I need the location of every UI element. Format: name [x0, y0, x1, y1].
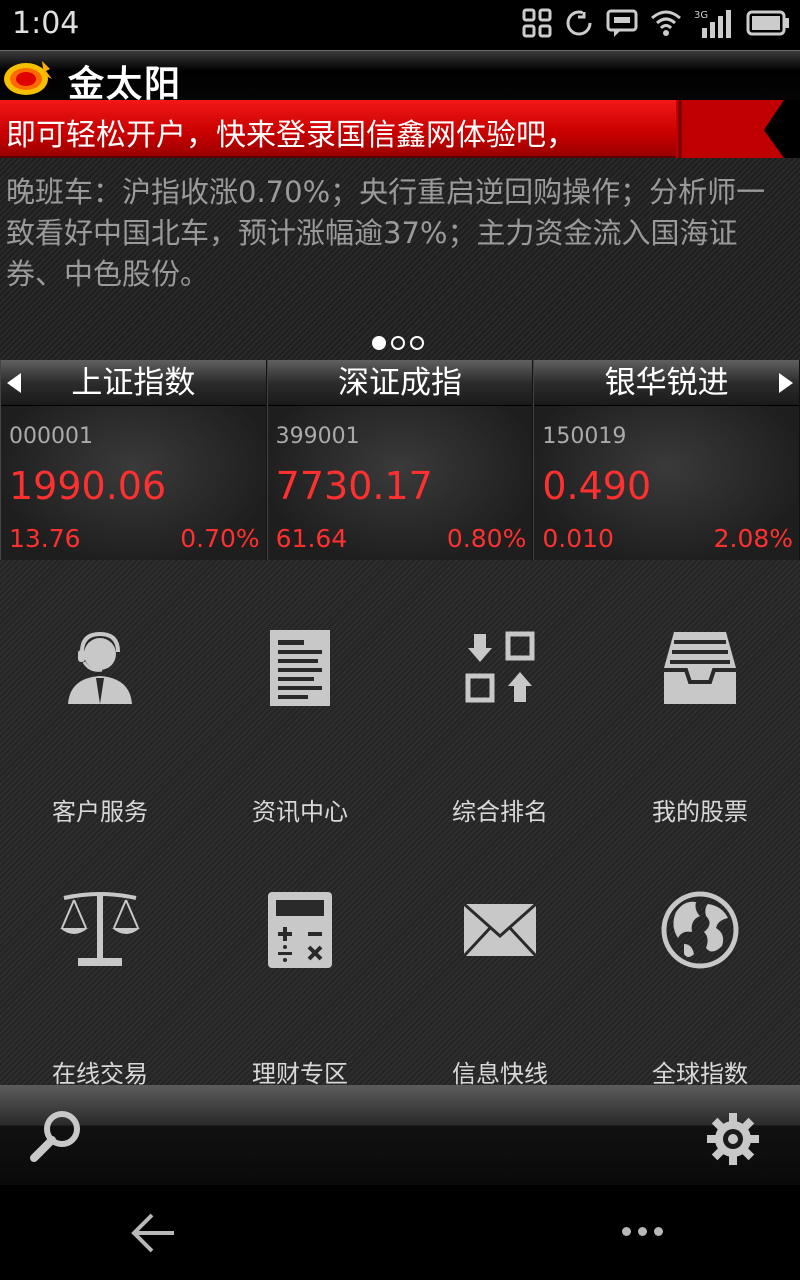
index-name: 深证成指 [338, 365, 462, 401]
menu-customer-service[interactable]: 客户服务 [0, 628, 200, 828]
menu-label: 客户服务 [52, 798, 148, 826]
menu-label: 信息快线 [452, 1060, 548, 1088]
globe-icon [661, 891, 739, 969]
menu-online-trading[interactable]: 在线交易 [0, 890, 200, 1090]
carousel-indicator [372, 336, 424, 350]
menu-label: 全球指数 [652, 1060, 748, 1088]
search-icon[interactable] [28, 1109, 84, 1169]
menu-wealth-zone[interactable]: 理财专区 [200, 890, 400, 1090]
ranking-icon [465, 631, 535, 703]
carousel-dot [391, 336, 405, 350]
index-panel: 上证指数 000001 1990.06 13.76 0.70% 深证成指 399… [0, 360, 800, 560]
index-name: 银华锐进 [604, 365, 729, 401]
menu-label: 我的股票 [652, 798, 748, 826]
index-card-shenzhen[interactable]: 深证成指 399001 7730.17 61.64 0.80% [266, 360, 534, 560]
menu-label: 理财专区 [252, 1060, 348, 1088]
menu-label: 综合排名 [452, 798, 548, 826]
index-card-yinhua[interactable]: 银华锐进 150019 0.490 0.010 2.08% [533, 360, 800, 560]
index-tab[interactable]: 银华锐进 [534, 360, 800, 406]
carousel-dot [372, 336, 386, 350]
index-change: 0.010 [542, 524, 614, 553]
news-carousel[interactable]: 晚班车：沪指收涨0.70%；央行重启逆回购操作；分析师一致看好中国北车，预计涨幅… [0, 158, 800, 360]
index-price: 1990.06 [9, 464, 167, 508]
signal-icon: 3G [694, 8, 734, 42]
index-body: 000001 1990.06 13.76 0.70% [1, 406, 266, 560]
status-icons: 3G [522, 8, 790, 42]
index-code: 000001 [9, 424, 93, 449]
system-nav-bar [0, 1185, 800, 1280]
index-body: 399001 7730.17 61.64 0.80% [267, 406, 533, 560]
menu-global-index[interactable]: 全球指数 [600, 890, 800, 1090]
scales-icon [60, 892, 140, 966]
more-menu-icon[interactable] [622, 1227, 663, 1236]
index-card-shanghai[interactable]: 上证指数 000001 1990.06 13.76 0.70% [0, 360, 267, 560]
next-arrow-icon[interactable] [779, 373, 794, 393]
carousel-dot [410, 336, 424, 350]
wifi-icon [650, 8, 682, 42]
index-body: 150019 0.490 0.010 2.08% [534, 406, 800, 560]
news-center-icon [270, 630, 330, 706]
battery-icon [746, 8, 790, 42]
index-percent: 2.08% [713, 524, 794, 553]
message-icon [606, 8, 638, 42]
my-stocks-icon [664, 632, 736, 704]
menu-ranking[interactable]: 综合排名 [400, 628, 600, 828]
index-code: 150019 [542, 424, 627, 449]
index-tab[interactable]: 深证成指 [267, 360, 533, 406]
news-headline[interactable]: 晚班车：沪指收涨0.70%；央行重启逆回购操作；分析师一致看好中国北车，预计涨幅… [6, 172, 794, 295]
menu-label: 资讯中心 [252, 798, 348, 826]
banner-ribbon-tail [676, 100, 784, 158]
previous-arrow-icon[interactable] [7, 373, 21, 393]
app-header: 金太阳 [0, 50, 800, 105]
customer-service-icon [68, 631, 132, 704]
svg-text:3G: 3G [694, 10, 708, 21]
index-name: 上证指数 [71, 365, 196, 401]
index-change: 61.64 [275, 524, 348, 553]
logo-icon [2, 55, 54, 97]
index-change: 13.76 [9, 524, 81, 553]
screenshot-icon [522, 8, 552, 42]
status-time: 1:04 [12, 6, 80, 41]
calculator-icon [268, 892, 332, 968]
index-price: 0.490 [542, 464, 652, 508]
promo-banner[interactable]: 即可轻松开户，快来登录国信鑫网体验吧， [0, 100, 800, 158]
index-tab[interactable]: 上证指数 [1, 360, 266, 406]
bottom-toolbar [0, 1085, 800, 1185]
status-bar: 1:04 3G [0, 0, 800, 50]
index-price: 7730.17 [275, 464, 433, 508]
index-percent: 0.70% [180, 524, 260, 553]
menu-info-express[interactable]: 信息快线 [400, 890, 600, 1090]
menu-my-stocks[interactable]: 我的股票 [600, 628, 800, 828]
back-arrow-icon[interactable] [128, 1209, 176, 1261]
banner-text: 即可轻松开户，快来登录国信鑫网体验吧， [6, 118, 576, 153]
envelope-icon [462, 902, 538, 958]
sync-icon [564, 8, 594, 42]
menu-grid: 客户服务 资讯中心 综合排名 我的股票 在线交易 理财专区 信息快线 全球指数 [0, 560, 800, 1088]
gear-icon[interactable] [705, 1111, 761, 1171]
menu-label: 在线交易 [52, 1060, 148, 1088]
menu-news-center[interactable]: 资讯中心 [200, 628, 400, 828]
index-percent: 0.80% [446, 524, 527, 553]
index-code: 399001 [275, 424, 360, 449]
